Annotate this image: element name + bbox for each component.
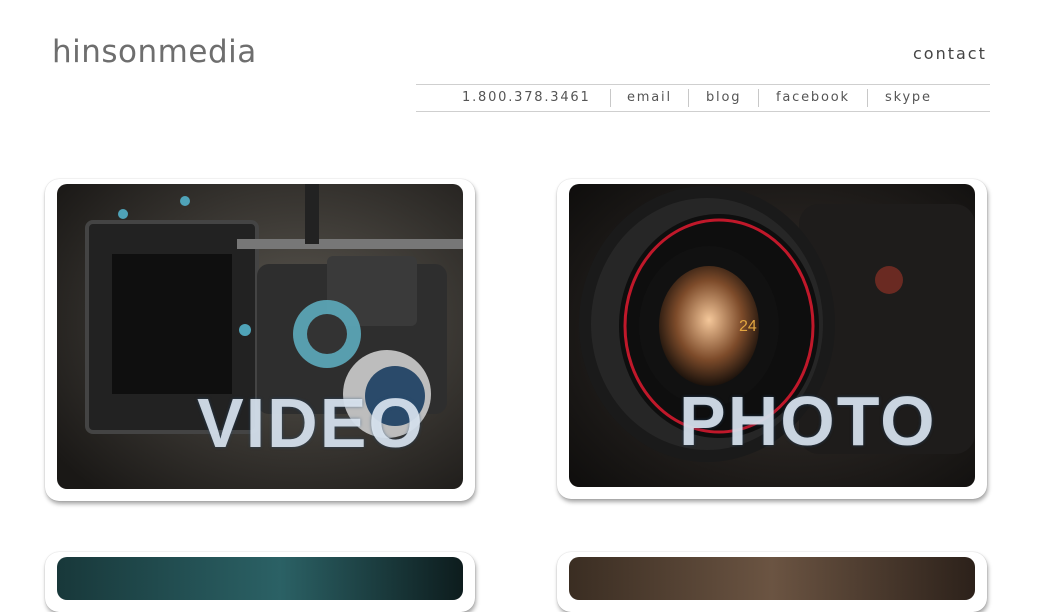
fourth-image [569,557,975,600]
video-card[interactable]: VIDEO [45,179,475,501]
contact-bar: 1.800.378.3461 email blog facebook skype [416,84,990,112]
divider [867,89,868,107]
video-label: VIDEO [197,384,425,462]
third-image [57,557,463,600]
divider [688,89,689,107]
logo[interactable]: hinsonmedia [52,34,257,70]
fourth-card[interactable] [557,552,987,612]
contact-heading: contact [913,44,987,63]
phone-link[interactable]: 1.800.378.3461 [462,85,591,111]
photo-card[interactable]: 24 PHOTO [557,179,987,499]
divider [610,89,611,107]
video-image: VIDEO [57,184,463,489]
divider [758,89,759,107]
email-link[interactable]: email [627,85,672,111]
blog-link[interactable]: blog [706,85,741,111]
focal-length-marking: 24 [739,318,757,335]
photo-label: PHOTO [679,382,937,460]
facebook-link[interactable]: facebook [776,85,850,111]
photo-image: 24 PHOTO [569,184,975,487]
third-card[interactable] [45,552,475,612]
skype-link[interactable]: skype [885,85,932,111]
